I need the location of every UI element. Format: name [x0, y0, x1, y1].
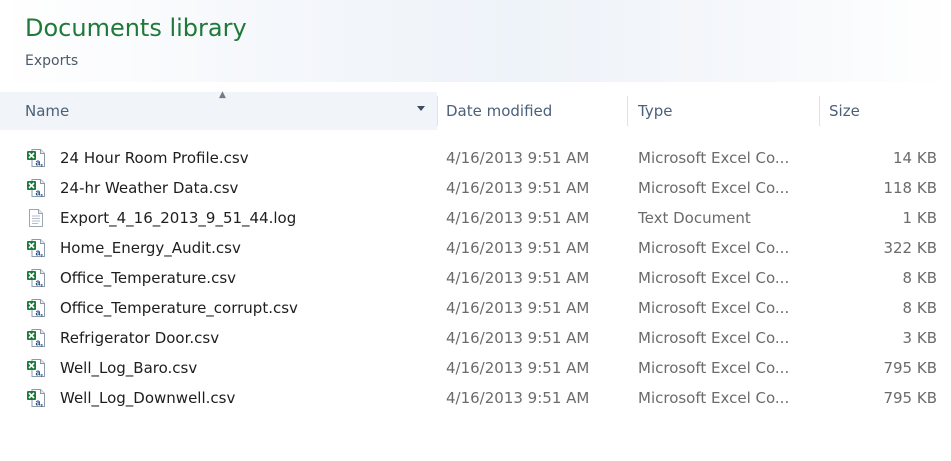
file-row[interactable]: a, Refrigerator Door.csv 4/16/2013 9:51 … — [0, 323, 951, 353]
column-dropdown-icon[interactable] — [417, 106, 425, 111]
svg-text:a,: a, — [36, 278, 44, 288]
library-subtitle[interactable]: Exports — [25, 51, 78, 71]
file-type: Microsoft Excel Co... — [638, 299, 790, 317]
file-row[interactable]: a, 24 Hour Room Profile.csv 4/16/2013 9:… — [0, 143, 951, 173]
file-row[interactable]: Export_4_16_2013_9_51_44.log 4/16/2013 9… — [0, 203, 951, 233]
file-row[interactable]: a, Home_Energy_Audit.csv 4/16/2013 9:51 … — [0, 233, 951, 263]
excel-csv-icon: a, — [27, 359, 45, 378]
file-size: 795 KB — [883, 389, 937, 407]
file-date-modified: 4/16/2013 9:51 AM — [446, 239, 590, 257]
file-size: 8 KB — [902, 299, 937, 317]
file-name: Export_4_16_2013_9_51_44.log — [60, 209, 297, 227]
file-type: Microsoft Excel Co... — [638, 329, 790, 347]
file-row[interactable]: a, Office_Temperature_corrupt.csv 4/16/2… — [0, 293, 951, 323]
file-list: a, 24 Hour Room Profile.csv 4/16/2013 9:… — [0, 143, 951, 413]
file-type: Microsoft Excel Co... — [638, 389, 790, 407]
file-name: Well_Log_Baro.csv — [60, 359, 198, 377]
svg-text:a,: a, — [36, 188, 44, 198]
excel-csv-icon: a, — [27, 149, 45, 168]
file-type: Microsoft Excel Co... — [638, 269, 790, 287]
excel-csv-icon: a, — [27, 329, 45, 348]
file-type: Text Document — [638, 209, 751, 227]
file-date-modified: 4/16/2013 9:51 AM — [446, 299, 590, 317]
file-date-modified: 4/16/2013 9:51 AM — [446, 389, 590, 407]
file-size: 118 KB — [883, 179, 937, 197]
column-header-date-label: Date modified — [446, 102, 553, 120]
column-header-type[interactable]: Type — [627, 92, 819, 130]
column-header-name[interactable]: Name ▲ — [0, 90, 437, 130]
column-header-row: Name ▲ Date modified Type Size — [0, 90, 951, 130]
file-name: Refrigerator Door.csv — [60, 329, 220, 347]
file-size: 3 KB — [902, 329, 937, 347]
column-header-size-label: Size — [829, 102, 860, 120]
file-row[interactable]: a, Well_Log_Baro.csv 4/16/2013 9:51 AM M… — [0, 353, 951, 383]
excel-csv-icon: a, — [27, 269, 45, 288]
file-name: Office_Temperature_corrupt.csv — [60, 299, 298, 317]
file-row[interactable]: a, Office_Temperature.csv 4/16/2013 9:51… — [0, 263, 951, 293]
excel-csv-icon: a, — [27, 389, 45, 408]
column-header-date-modified[interactable]: Date modified — [437, 92, 627, 130]
column-header-name-label: Name — [25, 102, 70, 120]
file-size: 322 KB — [883, 239, 937, 257]
library-title: Documents library — [25, 14, 247, 42]
column-header-type-label: Type — [638, 102, 673, 120]
file-size: 14 KB — [893, 149, 937, 167]
svg-text:a,: a, — [36, 158, 44, 168]
sort-ascending-icon: ▲ — [219, 90, 226, 100]
text-document-icon — [29, 209, 43, 227]
file-date-modified: 4/16/2013 9:51 AM — [446, 359, 590, 377]
file-size: 1 KB — [902, 209, 937, 227]
file-type: Microsoft Excel Co... — [638, 359, 790, 377]
file-name: Well_Log_Downwell.csv — [60, 389, 236, 407]
excel-csv-icon: a, — [27, 299, 45, 318]
library-header: Documents library Exports — [0, 0, 951, 82]
file-size: 795 KB — [883, 359, 937, 377]
file-name: 24-hr Weather Data.csv — [60, 179, 239, 197]
file-name: Office_Temperature.csv — [60, 269, 237, 287]
excel-csv-icon: a, — [27, 239, 45, 258]
excel-csv-icon: a, — [27, 179, 45, 198]
file-type: Microsoft Excel Co... — [638, 149, 790, 167]
column-header-size[interactable]: Size — [819, 92, 951, 130]
file-name: Home_Energy_Audit.csv — [60, 239, 241, 257]
file-type: Microsoft Excel Co... — [638, 179, 790, 197]
svg-text:a,: a, — [36, 398, 44, 408]
file-name: 24 Hour Room Profile.csv — [60, 149, 249, 167]
file-date-modified: 4/16/2013 9:51 AM — [446, 209, 590, 227]
file-date-modified: 4/16/2013 9:51 AM — [446, 269, 590, 287]
file-size: 8 KB — [902, 269, 937, 287]
file-date-modified: 4/16/2013 9:51 AM — [446, 179, 590, 197]
svg-text:a,: a, — [36, 308, 44, 318]
file-date-modified: 4/16/2013 9:51 AM — [446, 329, 590, 347]
file-row[interactable]: a, Well_Log_Downwell.csv 4/16/2013 9:51 … — [0, 383, 951, 413]
svg-text:a,: a, — [36, 338, 44, 348]
svg-text:a,: a, — [36, 368, 44, 378]
svg-text:a,: a, — [36, 248, 44, 258]
file-row[interactable]: a, 24-hr Weather Data.csv 4/16/2013 9:51… — [0, 173, 951, 203]
file-type: Microsoft Excel Co... — [638, 239, 790, 257]
file-date-modified: 4/16/2013 9:51 AM — [446, 149, 590, 167]
